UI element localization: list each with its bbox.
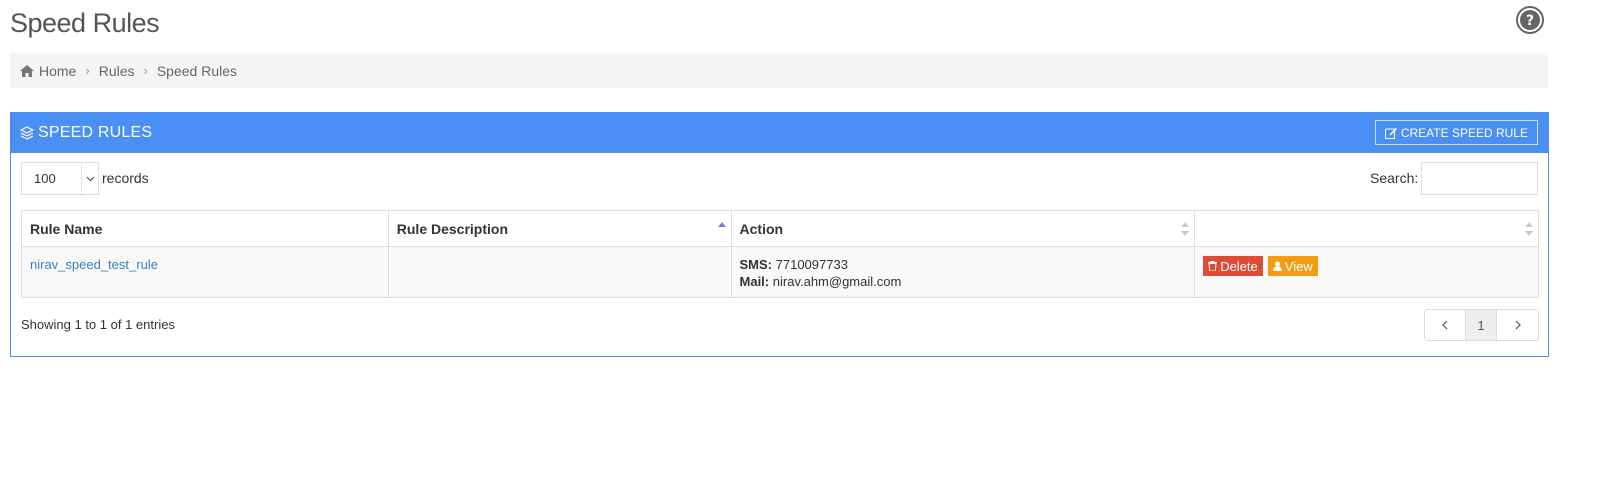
chevron-down-icon (81, 163, 98, 194)
trash-icon (1208, 261, 1218, 271)
search-label: Search: (1370, 170, 1419, 186)
help-circle-icon[interactable]: ? (1515, 5, 1545, 35)
layers-icon (20, 126, 34, 140)
create-speed-rule-label: CREATE SPEED RULE (1400, 125, 1528, 140)
sms-value: 7710097733 (775, 257, 848, 272)
column-header-rule-name[interactable]: Rule Name (21, 210, 389, 247)
cell-action: SMS: 7710097733 Mail: nirav.ahm@gmail.co… (730, 246, 1196, 298)
speed-rules-panel: SPEED RULES CREATE SPEED RULE 100 record… (10, 112, 1549, 357)
home-icon (20, 64, 34, 77)
sms-line: SMS: 7710097733 (740, 256, 1187, 273)
panel-title: SPEED RULES (38, 124, 153, 141)
cell-buttons: Delete View (1194, 246, 1539, 298)
search-input[interactable] (1421, 162, 1538, 195)
mail-line: Mail: nirav.ahm@gmail.com (740, 273, 1187, 290)
page-length-value: 100 (34, 171, 56, 186)
mail-value: nirav.ahm@gmail.com (772, 274, 902, 289)
sort-ascending-icon (717, 222, 726, 227)
pagination: 1 (1424, 309, 1539, 341)
chevron-left-icon (1442, 320, 1448, 330)
speed-rules-table: Rule Name Rule Description Action nirav_… (21, 210, 1539, 298)
view-label: View (1284, 258, 1313, 274)
cell-rule-description (387, 246, 732, 298)
pagination-prev-button[interactable] (1425, 310, 1466, 340)
view-button[interactable]: View (1267, 256, 1318, 276)
column-header-buttons[interactable] (1194, 210, 1539, 247)
column-header-label: Action (739, 220, 784, 237)
column-header-label: Rule Description (396, 220, 509, 237)
breadcrumb-current: Speed Rules (156, 62, 238, 79)
breadcrumb-home[interactable]: Home (39, 63, 76, 79)
page-title: Speed Rules (10, 8, 160, 38)
table-info: Showing 1 to 1 of 1 entries (21, 317, 175, 332)
sort-both-icon (1525, 222, 1533, 236)
create-speed-rule-button[interactable]: CREATE SPEED RULE (1374, 120, 1538, 145)
rule-name-link[interactable]: nirav_speed_test_rule (30, 257, 380, 272)
chevron-right-icon (1515, 320, 1521, 330)
breadcrumb-separator: › (143, 63, 148, 78)
sort-both-icon (1181, 222, 1190, 236)
sms-label: SMS: (739, 257, 773, 272)
delete-button[interactable]: Delete (1203, 256, 1263, 276)
breadcrumb-separator: › (85, 63, 90, 78)
pagination-page-1[interactable]: 1 (1466, 310, 1497, 340)
column-header-label: Rule Name (30, 220, 103, 237)
pagination-next-button[interactable] (1497, 310, 1538, 340)
user-icon (1272, 261, 1282, 271)
cell-rule-name: nirav_speed_test_rule (21, 246, 389, 298)
page-length-select[interactable]: 100 (21, 162, 99, 195)
table-row: nirav_speed_test_rule SMS: 7710097733 Ma… (21, 246, 1539, 298)
column-header-action[interactable]: Action (730, 210, 1196, 247)
delete-label: Delete (1220, 258, 1258, 274)
panel-header: SPEED RULES CREATE SPEED RULE (11, 113, 1548, 153)
edit-icon (1384, 127, 1397, 139)
svg-text:?: ? (1526, 13, 1534, 29)
breadcrumb-rules[interactable]: Rules (99, 63, 135, 79)
breadcrumb: Home › Rules › Speed Rules (10, 53, 1548, 88)
records-label: records (102, 170, 149, 186)
column-header-rule-description[interactable]: Rule Description (387, 210, 732, 247)
table-header-row: Rule Name Rule Description Action (21, 210, 1539, 247)
mail-label: Mail: (739, 274, 770, 289)
